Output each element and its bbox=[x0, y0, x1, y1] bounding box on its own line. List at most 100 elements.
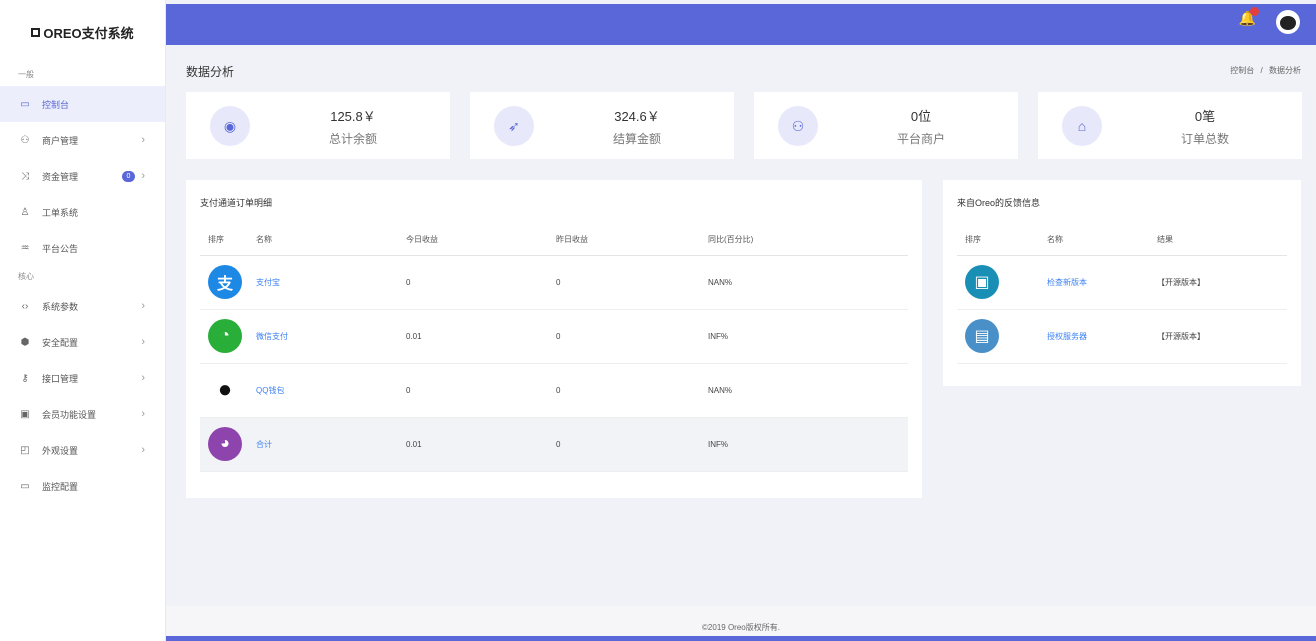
column-header: 排序 bbox=[200, 225, 256, 256]
channel-name-link[interactable]: 合计 bbox=[256, 440, 272, 449]
stat-card-settlement: ➶ 324.6￥ 结算金额 bbox=[470, 92, 734, 159]
stat-card-merchants: ⚇ 0位 平台商户 bbox=[754, 92, 1018, 159]
feedback-card: 来自Oreo的反馈信息 排序 名称 结果 ▣ 检查新版本 【开源版本】 ▤ 授权… bbox=[943, 180, 1301, 386]
stat-value: 0笔 bbox=[1194, 109, 1216, 124]
table-row: ▤ 授权服务器 【开源版本】 bbox=[957, 309, 1287, 364]
ratio: INF% bbox=[708, 417, 908, 472]
copyright-text: ©2019 Oreo版权所有. bbox=[702, 623, 780, 632]
wechat-icon: ◔ bbox=[208, 319, 242, 353]
monitor-icon: ▭ bbox=[20, 480, 30, 492]
user-add-icon: ♙ bbox=[20, 206, 30, 218]
alipay-icon: 支 bbox=[208, 265, 242, 299]
column-header: 今日收益 bbox=[406, 225, 556, 256]
rocket-icon: ➶ bbox=[494, 106, 534, 146]
chevron-right-icon: › bbox=[141, 408, 145, 420]
sidebar-item-label: 安全配置 bbox=[42, 337, 79, 348]
column-header: 同比(百分比) bbox=[708, 225, 908, 256]
sidebar-item-monitoring[interactable]: ▭ 监控配置 bbox=[0, 468, 165, 504]
users-icon: ⚇ bbox=[20, 134, 30, 146]
breadcrumb: 控制台 / 数据分析 bbox=[1230, 65, 1301, 76]
chevron-right-icon: › bbox=[141, 300, 145, 312]
code-icon: ‹› bbox=[21, 300, 29, 312]
sidebar-item-appearance[interactable]: ◰ 外观设置 › bbox=[0, 432, 165, 468]
sidebar-item-api[interactable]: ⚷ 接口管理 › bbox=[0, 360, 165, 396]
chevron-right-icon: › bbox=[141, 170, 145, 182]
sidebar-item-label: 资金管理 bbox=[42, 171, 79, 182]
sidebar-item-label: 会员功能设置 bbox=[42, 409, 97, 420]
sidebar-item-dashboard[interactable]: ▭ 控制台 bbox=[0, 86, 165, 122]
table-row: ◔ 微信支付 0.01 0 INF% bbox=[200, 309, 908, 364]
sidebar-item-tickets[interactable]: ♙ 工单系统 bbox=[0, 194, 165, 230]
sidebar-item-member-settings[interactable]: ▣ 会员功能设置 › bbox=[0, 396, 165, 432]
sidebar-item-label: 控制台 bbox=[42, 99, 70, 110]
sidebar-item-merchants[interactable]: ⚇ 商户管理 › bbox=[0, 122, 165, 158]
stat-card-orders: ⌂ 0笔 订单总数 bbox=[1038, 92, 1302, 159]
sidebar-item-label: 系统参数 bbox=[42, 301, 79, 312]
stat-card-balance: ◉ 125.8￥ 总计余额 bbox=[186, 92, 450, 159]
column-header: 排序 bbox=[957, 225, 1047, 256]
sidebar-item-label: 商户管理 bbox=[42, 135, 79, 146]
ratio: NAN% bbox=[708, 255, 908, 310]
yesterday-income: 0 bbox=[556, 255, 708, 310]
settings-box-icon: ▣ bbox=[20, 408, 30, 420]
table-header-row: 排序 名称 今日收益 昨日收益 同比(百分比) bbox=[200, 225, 908, 256]
bottom-bar bbox=[166, 636, 1316, 641]
key-icon: ⚷ bbox=[21, 372, 29, 384]
menu-section-general: 一般 bbox=[18, 70, 34, 79]
channel-name-link[interactable]: 支付宝 bbox=[256, 278, 280, 287]
avatar[interactable] bbox=[1276, 10, 1300, 34]
brand[interactable]: OREO支付系统 bbox=[0, 0, 165, 64]
page-header: 数据分析 控制台 / 数据分析 bbox=[186, 60, 1301, 82]
monitor-icon: ▭ bbox=[20, 98, 30, 110]
channel-orders-card: 支付通道订单明细 排序 名称 今日收益 昨日收益 同比(百分比) 支 支付宝 0… bbox=[186, 180, 922, 498]
yesterday-income: 0 bbox=[556, 309, 708, 364]
stat-label: 结算金额 bbox=[612, 132, 661, 146]
chevron-right-icon: › bbox=[141, 134, 145, 146]
breadcrumb-home[interactable]: 控制台 bbox=[1230, 66, 1254, 75]
stat-value: 0位 bbox=[910, 109, 932, 124]
table-row: 支 支付宝 0 0 NAN% bbox=[200, 255, 908, 310]
ratio: NAN% bbox=[708, 363, 908, 418]
today-income: 0.01 bbox=[406, 417, 556, 472]
qq-icon: ● bbox=[208, 373, 242, 407]
column-header: 名称 bbox=[1047, 225, 1157, 256]
sidebar-item-label: 工单系统 bbox=[42, 207, 79, 218]
basket-icon: ⌂ bbox=[1062, 106, 1102, 146]
yesterday-income: 0 bbox=[556, 417, 708, 472]
layout-icon: ◰ bbox=[20, 444, 30, 456]
channel-name-link[interactable]: QQ钱包 bbox=[256, 386, 284, 395]
table-row: ● QQ钱包 0 0 NAN% bbox=[200, 363, 908, 418]
check-version-link[interactable]: 检查新版本 bbox=[1047, 278, 1087, 287]
auth-server-link[interactable]: 授权服务器 bbox=[1047, 332, 1087, 341]
channel-name-link[interactable]: 微信支付 bbox=[256, 332, 288, 341]
channel-table: 排序 名称 今日收益 昨日收益 同比(百分比) 支 支付宝 0 0 NAN% ◔… bbox=[200, 225, 908, 472]
pie-chart-icon: ◕ bbox=[208, 427, 242, 461]
feedback-table: 排序 名称 结果 ▣ 检查新版本 【开源版本】 ▤ 授权服务器 【开源版本】 bbox=[957, 225, 1287, 364]
shield-icon: ⬢ bbox=[20, 336, 30, 348]
sidebar-item-funds[interactable]: ⤨ 资金管理 0 › bbox=[0, 158, 165, 194]
sidebar-item-security[interactable]: ⬢ 安全配置 › bbox=[0, 324, 165, 360]
card-title: 来自Oreo的反馈信息 bbox=[957, 198, 1041, 208]
notification-badge: 0 bbox=[1250, 7, 1259, 16]
chevron-right-icon: › bbox=[141, 444, 145, 456]
sidebar-item-label: 平台公告 bbox=[42, 243, 79, 254]
stat-label: 平台商户 bbox=[896, 132, 945, 146]
bottle-icon: ▣ bbox=[965, 265, 999, 299]
chevron-right-icon: › bbox=[141, 372, 145, 384]
funds-badge: 0 bbox=[122, 170, 135, 182]
today-income: 0.01 bbox=[406, 309, 556, 364]
sidebar-item-announcements[interactable]: ♒ 平台公告 bbox=[0, 230, 165, 266]
sidebar-item-label: 外观设置 bbox=[42, 445, 79, 456]
ratio: INF% bbox=[708, 309, 908, 364]
card-title: 支付通道订单明细 bbox=[200, 198, 273, 208]
stat-value: 125.8￥ bbox=[330, 109, 376, 124]
chevron-right-icon: › bbox=[141, 336, 145, 348]
column-header: 名称 bbox=[256, 225, 406, 256]
page-title: 数据分析 bbox=[186, 65, 235, 79]
footer: ©2019 Oreo版权所有. bbox=[166, 606, 1316, 636]
column-header: 结果 bbox=[1157, 225, 1287, 256]
stat-label: 订单总数 bbox=[1180, 132, 1229, 146]
table-row: ▣ 检查新版本 【开源版本】 bbox=[957, 255, 1287, 310]
brand-name: OREO支付系统 bbox=[43, 25, 134, 41]
sidebar-item-system-params[interactable]: ‹› 系统参数 › bbox=[0, 288, 165, 324]
